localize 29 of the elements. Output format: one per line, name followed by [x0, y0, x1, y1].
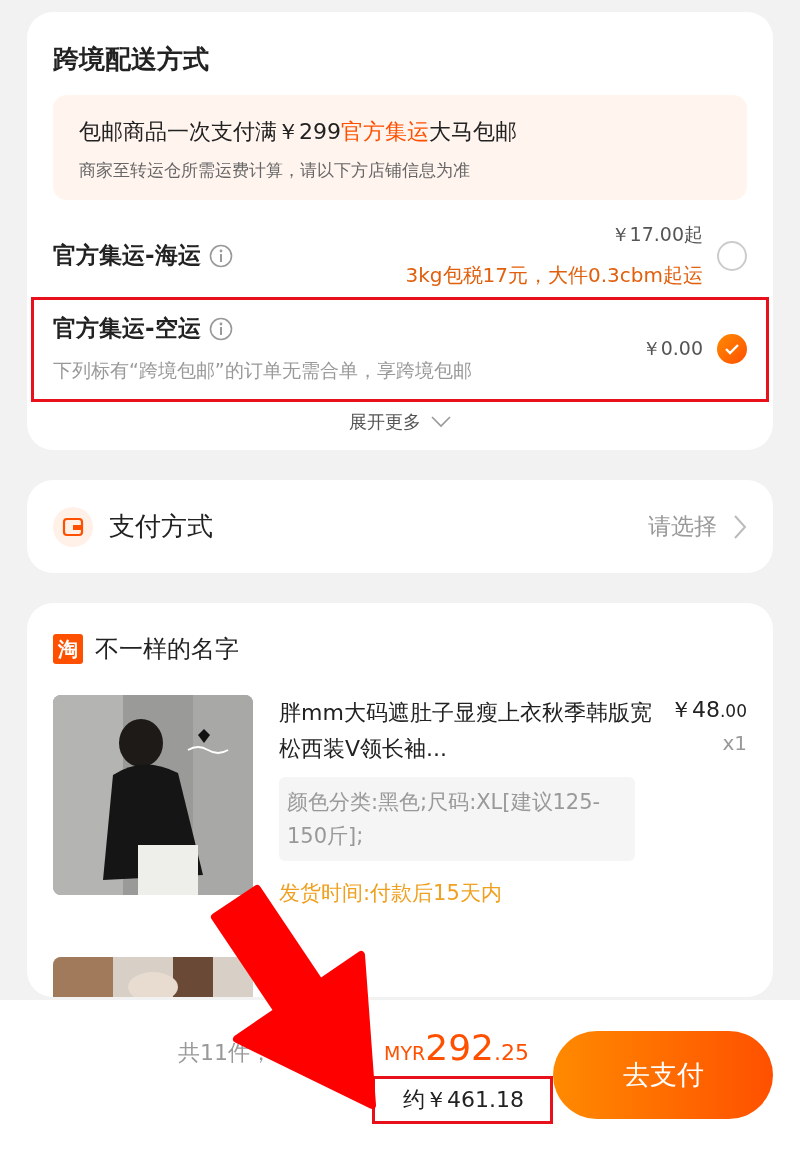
- option-note: 下列标有“跨境包邮”的订单无需合单，享跨境包邮: [53, 358, 473, 383]
- expand-more-link[interactable]: 展开更多: [349, 398, 451, 450]
- shop-name[interactable]: 不一样的名字: [95, 633, 239, 665]
- product-title[interactable]: 胖mm大码遮肚子显瘦上衣秋季韩版宽松西装V领长袖...: [279, 695, 654, 767]
- info-icon[interactable]: [208, 316, 233, 341]
- shipping-option-name[interactable]: 官方集运-空运: [53, 313, 201, 344]
- total-amount: MYR292.25: [384, 1026, 529, 1068]
- product-price: ￥48.00: [669, 696, 747, 724]
- chevron-right-icon: [733, 513, 747, 540]
- notice-text: 包邮商品一次支付满￥299官方集运大马包邮: [79, 118, 518, 146]
- wallet-icon: [53, 506, 93, 547]
- payment-method-label: 支付方式: [109, 510, 214, 543]
- info-icon[interactable]: [208, 243, 233, 268]
- section-title: 跨境配送方式: [53, 43, 210, 76]
- chevron-down-icon: [431, 416, 451, 428]
- shipping-option-name[interactable]: 官方集运-海运: [53, 240, 201, 271]
- option-price: ￥17.00起: [610, 222, 703, 247]
- option-price: ￥0.00: [641, 335, 703, 361]
- notice-subtext: 商家至转运仓所需运费计算，请以下方店铺信息为准: [79, 159, 471, 182]
- sku-tag: 颜色分类:黑色;尺码:XL[建议125-150斤];: [279, 777, 635, 861]
- delivery-time: 发货时间:付款后15天内: [279, 880, 503, 907]
- item-count: 共11件，: [178, 1038, 273, 1067]
- approx-amount: 约￥461.18: [372, 1075, 553, 1124]
- quantity: x1: [722, 731, 747, 755]
- shop-logo: 淘: [53, 634, 83, 664]
- radio-button[interactable]: [717, 240, 747, 271]
- option-note: 3kg包税17元，大件0.3cbm起运: [405, 262, 703, 289]
- radio-button[interactable]: [717, 333, 747, 364]
- check-icon: [724, 342, 740, 355]
